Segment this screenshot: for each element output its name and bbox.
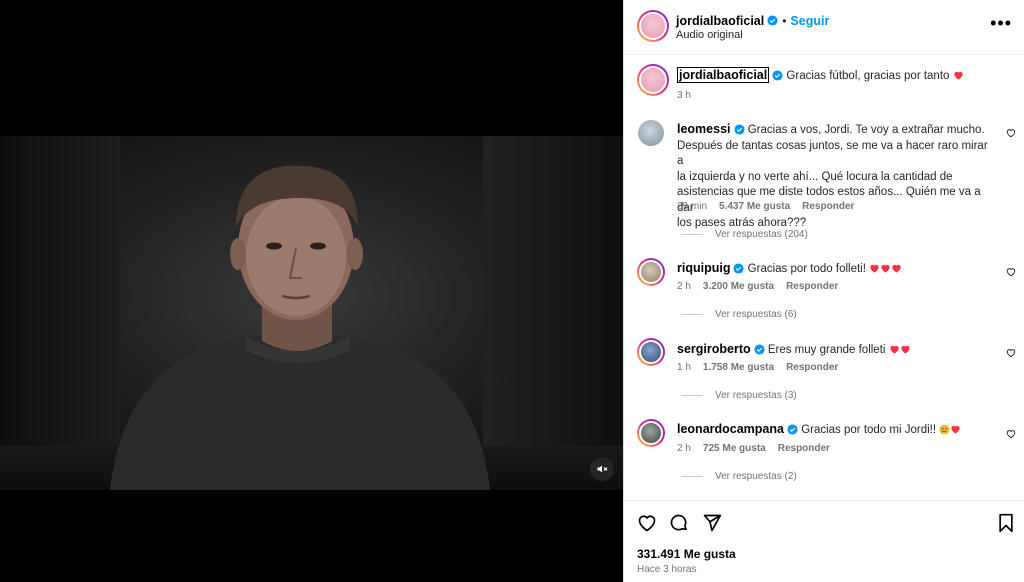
bookmark-icon[interactable] [997, 513, 1015, 533]
comment-avatar-riquipuig[interactable] [637, 258, 665, 286]
crying-face-icon [939, 424, 950, 436]
replies-line [681, 395, 703, 396]
comment-username[interactable]: sergiroberto [677, 342, 751, 356]
verified-icon [754, 344, 765, 356]
reply-button[interactable]: Responder [802, 201, 854, 212]
caption-text: Gracias fútbol, gracias por tanto [786, 70, 950, 82]
separator-dot: • [782, 14, 787, 28]
comment-text-line: la izquierda y no verte ahí... Qué locur… [677, 170, 953, 183]
view-replies-button[interactable]: Ver respuestas (204) [681, 229, 808, 240]
reply-button[interactable]: Responder [786, 362, 838, 373]
post-panel: jordialbaoficial • Seguir Audio original •… [623, 0, 1024, 582]
post-time: Hace 3 horas [637, 564, 697, 575]
video-person [110, 165, 490, 490]
reply-button[interactable]: Responder [786, 281, 838, 292]
view-replies-button[interactable]: Ver respuestas (6) [681, 309, 797, 320]
comment-meta: 2 h 725 Me gusta Responder [677, 443, 830, 454]
comment-icon[interactable] [669, 513, 689, 533]
comment-meta: 2 h 3.200 Me gusta Responder [677, 281, 838, 292]
comment-meta: 1 h 1.758 Me gusta Responder [677, 362, 838, 373]
comment-time: 1 h [677, 362, 691, 373]
view-replies-label[interactable]: Ver respuestas (6) [715, 309, 797, 320]
comment-meta: 29 min 5.437 Me gusta Responder [677, 201, 854, 212]
comment-time: 2 h [677, 443, 691, 454]
caption-username[interactable]: jordialbaoficial [677, 67, 770, 83]
comment-likes[interactable]: 3.200 Me gusta [703, 281, 774, 292]
comment-leomessi: leomessi Gracias a vos, Jordi. Te voy a … [677, 122, 997, 232]
verified-icon [767, 15, 778, 26]
view-replies-button[interactable]: Ver respuestas (2) [681, 471, 797, 482]
header-title-row: jordialbaoficial • Seguir [676, 12, 829, 30]
verified-icon [733, 124, 745, 136]
heart-icon[interactable] [637, 513, 657, 533]
verified-icon [772, 70, 783, 82]
heart-emoji-icon [954, 72, 963, 81]
author-username[interactable]: jordialbaoficial [676, 14, 764, 28]
video-player[interactable] [0, 136, 623, 490]
heart-icon[interactable] [1006, 429, 1016, 439]
comment-username[interactable]: leomessi [677, 122, 731, 136]
comment-username[interactable]: riquipuig [677, 261, 730, 275]
author-avatar[interactable] [637, 10, 669, 42]
replies-line [681, 234, 703, 235]
reply-button[interactable]: Responder [778, 443, 830, 454]
view-replies-label[interactable]: Ver respuestas (204) [715, 229, 808, 240]
caption-time: 3 h [677, 90, 691, 101]
comments-list[interactable]: jordialbaoficial Gracias fútbol, gracias… [624, 56, 1024, 500]
comment-text-line: Gracias a vos, Jordi. Te voy a extrañar … [747, 124, 985, 136]
heart-icon[interactable] [1006, 267, 1016, 277]
heart-emoji-icon [951, 426, 960, 435]
replies-line [681, 314, 703, 315]
heart-emoji-icon [881, 265, 890, 274]
heart-icon[interactable] [1006, 128, 1016, 138]
comment-leonardocampana: leonardocampana Gracias por todo mi Jord… [677, 422, 997, 439]
caption: jordialbaoficial Gracias fútbol, gracias… [677, 67, 1017, 85]
comment-text-line: Después de tantas cosas juntos, se me va… [677, 139, 988, 168]
comment-username[interactable]: leonardocampana [677, 422, 784, 436]
post-header: jordialbaoficial • Seguir Audio original •… [624, 0, 1024, 55]
comment-sergiroberto: sergiroberto Eres muy grande folleti [677, 342, 997, 359]
comment-avatar-sergiroberto[interactable] [637, 338, 665, 366]
post-media [0, 0, 623, 582]
comment-text: Gracias por todo mi Jordi!! [801, 424, 937, 436]
comment-time: 2 h [677, 281, 691, 292]
mute-button[interactable] [590, 457, 614, 481]
comment-likes[interactable]: 725 Me gusta [703, 443, 766, 454]
heart-emoji-icon [892, 265, 901, 274]
replies-line [681, 476, 703, 477]
view-replies-label[interactable]: Ver respuestas (2) [715, 471, 797, 482]
follow-button[interactable]: Seguir [790, 14, 829, 28]
heart-emoji-icon [901, 346, 910, 355]
view-replies-button[interactable]: Ver respuestas (3) [681, 390, 797, 401]
comment-time: 29 min [677, 201, 708, 212]
comment-likes[interactable]: 5.437 Me gusta [719, 201, 790, 212]
caption-avatar[interactable] [637, 64, 669, 96]
comment-text: Gracias por todo folleti! [747, 263, 866, 275]
comment-riquipuig: riquipuig Gracias por todo folleti! [677, 261, 997, 278]
likes-count[interactable]: 331.491 Me gusta [637, 547, 736, 561]
heart-emoji-icon [890, 346, 899, 355]
verified-icon [787, 424, 798, 436]
mute-icon [597, 465, 608, 473]
heart-icon[interactable] [1006, 348, 1016, 358]
comment-likes[interactable]: 1.758 Me gusta [703, 362, 774, 373]
share-icon[interactable] [702, 513, 722, 533]
view-replies-label[interactable]: Ver respuestas (3) [715, 390, 797, 401]
verified-icon [733, 263, 745, 275]
comment-text-line: los pases atrás ahora??? [677, 217, 807, 229]
audio-label[interactable]: Audio original [676, 29, 743, 41]
comment-text: Eres muy grande folleti [767, 344, 886, 356]
heart-emoji-icon [870, 265, 879, 274]
post-actions: 331.491 Me gusta Hace 3 horas [624, 500, 1024, 582]
more-icon[interactable]: ••• [990, 14, 1012, 32]
comment-avatar-leonardocampana[interactable] [637, 419, 665, 447]
comment-avatar-leomessi[interactable] [638, 120, 664, 146]
